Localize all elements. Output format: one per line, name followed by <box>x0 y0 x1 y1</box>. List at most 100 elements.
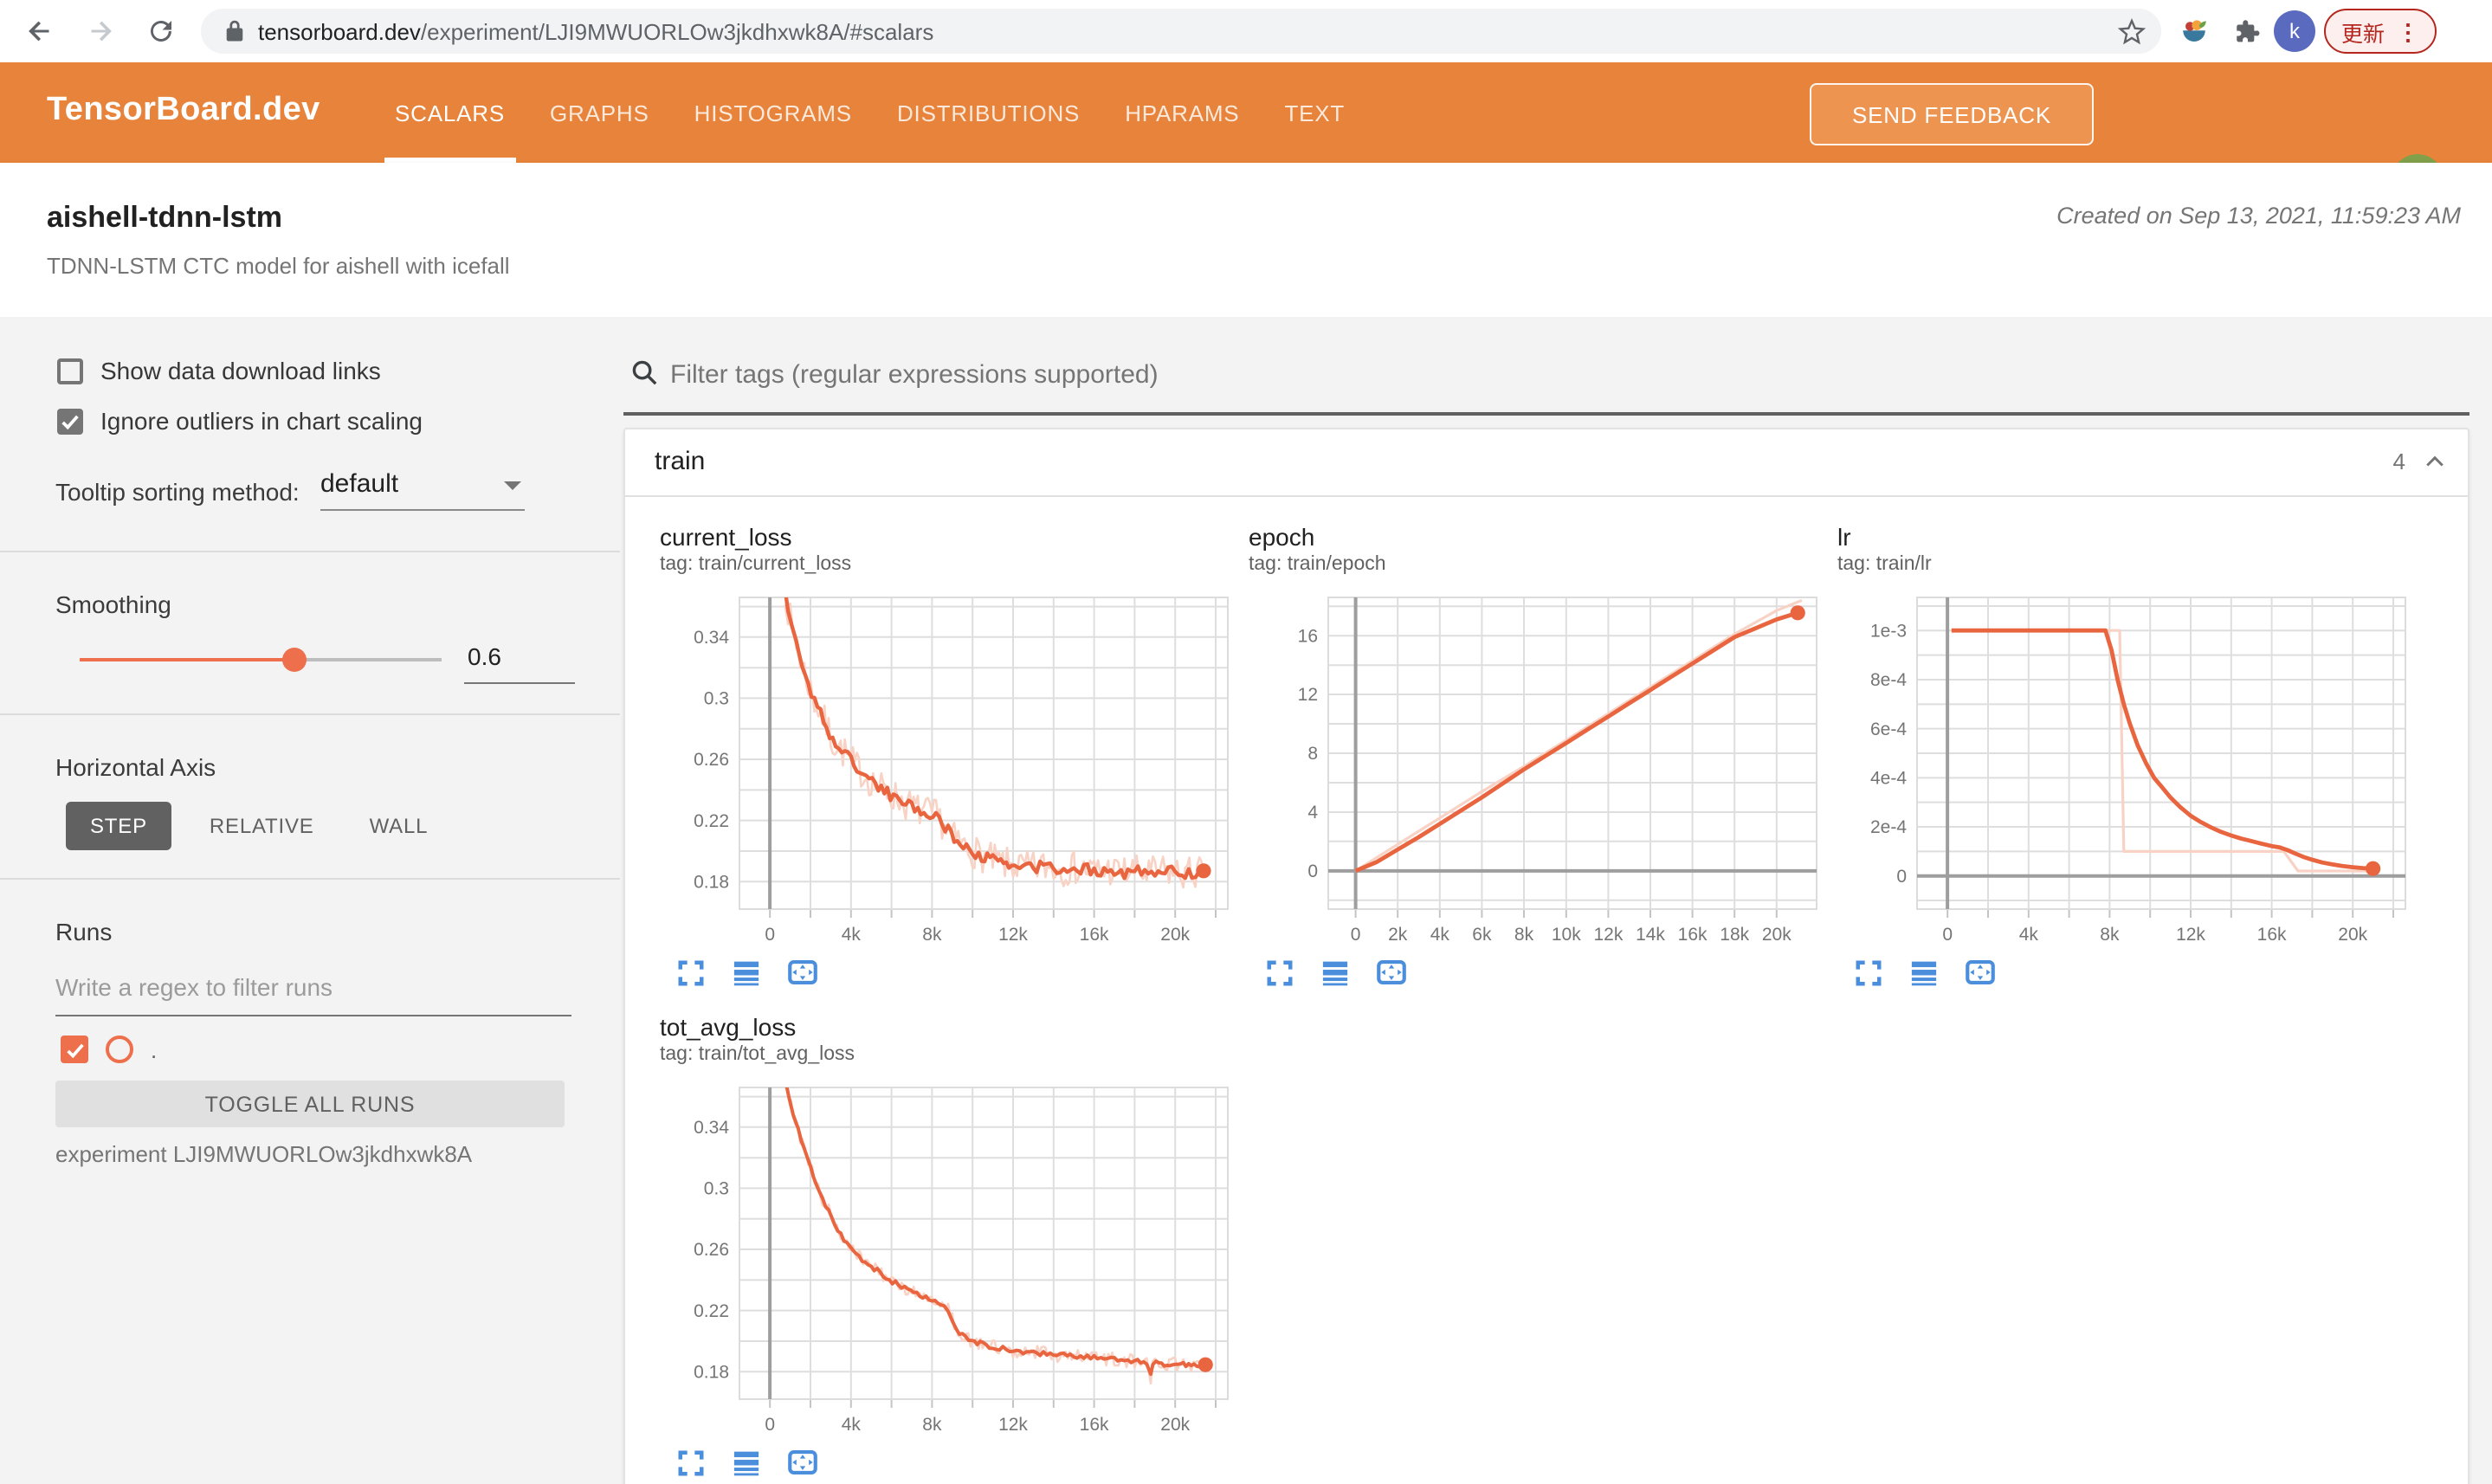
tab-scalars[interactable]: SCALARS <box>384 62 514 163</box>
expand-chart-icon[interactable] <box>1855 959 1882 987</box>
chart-tag: tag: train/lr <box>1837 554 1932 575</box>
checkbox-unchecked-icon[interactable] <box>57 358 83 384</box>
train-group-card: train 4 current_loss tag: train/current_… <box>623 428 2469 1484</box>
fit-domain-icon[interactable] <box>1377 959 1406 987</box>
group-chart-count: 4 <box>2392 448 2405 474</box>
tab-histograms[interactable]: HISTOGRAMS <box>694 62 852 163</box>
charts-grid: current_loss tag: train/current_loss 0.1… <box>625 497 2468 1484</box>
expand-chart-icon[interactable] <box>677 1449 705 1477</box>
divider <box>0 878 620 880</box>
tab-distributions[interactable]: DISTRIBUTIONS <box>897 62 1080 163</box>
group-name: train <box>655 447 706 476</box>
chart-plot-area[interactable]: 0.18 0.22 0.26 0.3 0.34 0 4k 8k 12k 16k 20k <box>660 580 1235 956</box>
back-icon[interactable] <box>24 16 55 47</box>
run-checkbox-checked-icon[interactable] <box>61 1036 88 1063</box>
fit-domain-icon[interactable] <box>1966 959 1995 987</box>
smoothing-label: Smoothing <box>55 590 171 618</box>
experiment-name: aishell-tdnn-lstm <box>47 201 283 234</box>
run-color-ring-icon[interactable] <box>106 1036 133 1063</box>
svg-text:16k: 16k <box>2257 925 2287 945</box>
svg-text:0.3: 0.3 <box>704 1179 729 1199</box>
svg-text:8k: 8k <box>922 925 942 945</box>
expand-chart-icon[interactable] <box>677 959 705 987</box>
group-header[interactable]: train 4 <box>625 429 2468 497</box>
axis-relative-button[interactable]: RELATIVE <box>210 802 314 850</box>
runs-list-icon[interactable] <box>1321 959 1349 987</box>
chevron-down-icon <box>504 481 521 490</box>
checkbox-checked-icon[interactable] <box>57 408 83 434</box>
experiment-created-date: Created on Sep 13, 2021, 11:59:23 AM <box>2056 203 2461 229</box>
toggle-all-runs-button[interactable]: TOGGLE ALL RUNS <box>55 1081 565 1127</box>
svg-text:20k: 20k <box>1160 925 1190 945</box>
run-name: . <box>151 1036 158 1062</box>
svg-text:0: 0 <box>765 1415 775 1435</box>
svg-text:16: 16 <box>1298 626 1318 646</box>
svg-text:12: 12 <box>1298 685 1318 705</box>
scalar-chart: epoch tag: train/epoch 0 4 8 12 16 0 2k 4k 6k 8k 1… <box>1249 521 1824 987</box>
svg-text:4k: 4k <box>842 1415 862 1435</box>
ignore-outliers-row[interactable]: Ignore outliers in chart scaling <box>57 407 423 435</box>
axis-step-button[interactable]: STEP <box>66 802 171 850</box>
fit-domain-icon[interactable] <box>788 959 817 987</box>
svg-text:0: 0 <box>1307 861 1318 881</box>
extensions-puzzle-icon[interactable] <box>2232 17 2262 55</box>
svg-text:0: 0 <box>1942 925 1953 945</box>
chart-toolbar <box>660 959 1235 987</box>
smoothing-slider[interactable] <box>80 648 442 672</box>
svg-text:0.22: 0.22 <box>694 811 729 831</box>
forward-icon[interactable] <box>85 16 116 47</box>
tab-graphs[interactable]: GRAPHS <box>550 62 649 163</box>
runs-list-icon[interactable] <box>733 1449 760 1477</box>
scalar-chart: tot_avg_loss tag: train/tot_avg_loss 0.1… <box>660 1011 1235 1477</box>
reload-icon[interactable] <box>145 16 177 47</box>
app-header: TensorBoard.dev SCALARS GRAPHS HISTOGRAM… <box>0 62 2492 206</box>
tab-text[interactable]: TEXT <box>1284 62 1345 163</box>
scalars-pane: Filter tags (regular expressions support… <box>620 317 2492 1484</box>
svg-text:8: 8 <box>1307 744 1318 764</box>
collapse-chevron-up-icon[interactable] <box>2423 450 2447 483</box>
chart-plot-area[interactable]: 0 4 8 12 16 0 2k 4k 6k 8k 10k 12k 14k 16k 18k 20k <box>1249 580 1824 956</box>
svg-text:6e-4: 6e-4 <box>1870 719 1907 739</box>
svg-text:2e-4: 2e-4 <box>1870 817 1907 837</box>
runs-regex-input[interactable]: Write a regex to filter runs <box>55 973 571 1016</box>
chart-title: lr <box>1837 523 1851 551</box>
svg-text:0: 0 <box>1351 925 1361 945</box>
runs-label: Runs <box>55 918 113 945</box>
chart-plot-area[interactable]: 0 2e-4 4e-4 6e-4 8e-4 1e-3 0 4k 8k 12k 16k 20k <box>1837 580 2412 956</box>
tab-hparams[interactable]: HPARAMS <box>1125 62 1239 163</box>
fit-domain-icon[interactable] <box>788 1449 817 1477</box>
svg-text:0.26: 0.26 <box>694 750 729 770</box>
axis-wall-button[interactable]: WALL <box>370 802 429 850</box>
extension-app-icon[interactable] <box>2180 17 2208 54</box>
svg-text:4k: 4k <box>2019 925 2039 945</box>
svg-text:12k: 12k <box>998 925 1028 945</box>
address-bar[interactable]: tensorboard.dev/experiment/LJI9MWUORLOw3… <box>201 9 2161 54</box>
content: Show data download links Ignore outliers… <box>0 317 2492 1484</box>
browser-toolbar: tensorboard.dev/experiment/LJI9MWUORLOw3… <box>0 0 2492 62</box>
horizontal-axis-label: Horizontal Axis <box>55 753 216 781</box>
chart-tag: tag: train/epoch <box>1249 554 1386 575</box>
browser-profile-avatar[interactable]: k <box>2274 10 2315 52</box>
search-icon <box>630 358 658 395</box>
bookmark-star-icon[interactable] <box>2116 16 2147 55</box>
runs-list-icon[interactable] <box>733 959 760 987</box>
browser-menu-icon[interactable]: ⋮ <box>2397 20 2419 42</box>
svg-text:4k: 4k <box>842 925 862 945</box>
svg-text:20k: 20k <box>1762 925 1792 945</box>
svg-text:0.18: 0.18 <box>694 872 729 892</box>
runs-list-icon[interactable] <box>1910 959 1938 987</box>
show-download-links-row[interactable]: Show data download links <box>57 357 381 384</box>
slider-fill <box>80 658 294 661</box>
svg-text:16k: 16k <box>1080 1415 1109 1435</box>
smoothing-value-field[interactable]: 0.6 <box>464 642 575 684</box>
url-path: /experiment/LJI9MWUORLOw3jkdhxwk8A/#scal… <box>420 18 934 44</box>
brand-logo[interactable]: TensorBoard.dev <box>47 92 320 130</box>
send-feedback-button[interactable]: SEND FEEDBACK <box>1810 83 2094 145</box>
tooltip-sorting-select[interactable]: default <box>320 469 525 511</box>
expand-chart-icon[interactable] <box>1266 959 1294 987</box>
chrome-update-button[interactable]: 更新 ⋮ <box>2324 9 2437 54</box>
chart-plot-area[interactable]: 0.18 0.22 0.26 0.3 0.34 0 4k 8k 12k 16k 20k <box>660 1070 1235 1446</box>
svg-text:0.18: 0.18 <box>694 1362 729 1382</box>
slider-thumb[interactable] <box>282 648 307 672</box>
scalar-chart: current_loss tag: train/current_loss 0.1… <box>660 521 1235 987</box>
